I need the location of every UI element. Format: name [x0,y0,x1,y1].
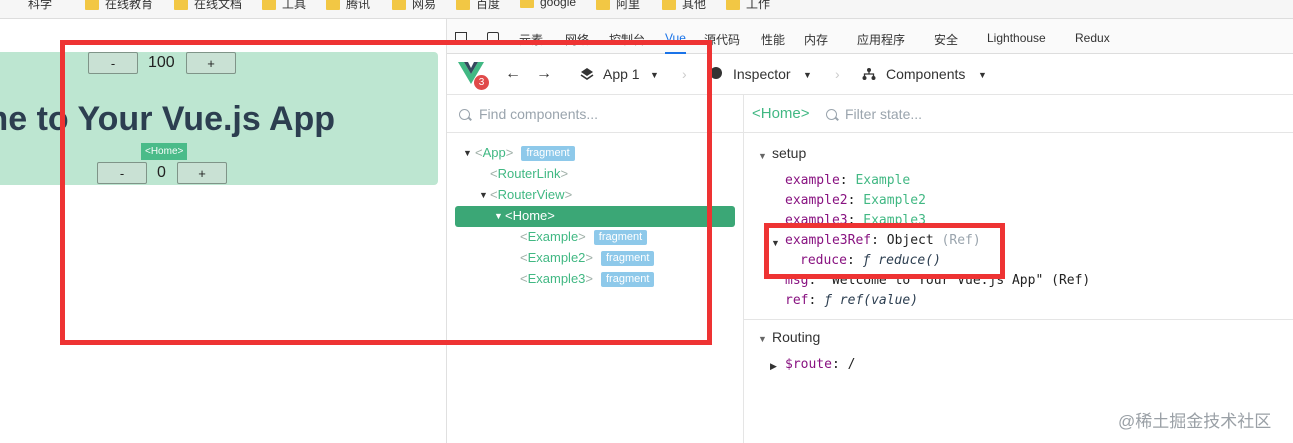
bookmark-label: 腾讯 [346,0,371,11]
tab-memory[interactable]: 内存 [804,31,828,48]
folder-icon [392,0,406,11]
bookmark-label: 在线文档 [194,0,243,11]
bookmark-folder[interactable]: google [520,0,576,9]
tab-performance[interactable]: 性能 [761,31,785,48]
bookmark-folder[interactable]: 在线文档 [174,0,242,12]
bookmark-label: 在线教育 [105,0,154,11]
annotation-box [764,223,1005,279]
folder-icon [326,0,340,11]
breadcrumb-separator-icon: › [835,66,840,82]
bookmark-folder[interactable]: 在线教育 [85,0,153,12]
folder-icon [456,0,470,11]
folder-icon [726,0,740,11]
section-divider [744,319,1293,320]
routing-section-title[interactable]: Routing [772,329,820,345]
folder-icon [520,0,534,9]
bookmark-folder[interactable]: 阿里 [596,0,640,12]
chevron-down-icon: ▼ [803,70,812,80]
selected-component-name: <Home> [752,105,810,122]
component-tree-icon [862,67,876,86]
folder-icon [662,0,676,11]
folder-icon [596,0,610,11]
view-selector[interactable]: Components [886,66,965,82]
search-icon [826,109,837,120]
bookmark-folder[interactable]: 科学 [0,0,52,12]
inspector-selector[interactable]: Inspector [733,66,791,82]
bookmark-folder[interactable]: 工作 [726,0,770,12]
folder-icon [262,0,276,11]
tab-security[interactable]: 安全 [934,31,958,48]
state-header: <Home> Filter state... [744,95,1293,133]
tab-lighthouse[interactable]: Lighthouse [987,31,1046,45]
bookmark-label: google [540,0,577,9]
bookmark-folder[interactable]: 其他 [662,0,706,12]
collapse-arrow-icon[interactable]: ▼ [758,334,767,344]
bookmark-folder[interactable]: 百度 [456,0,500,12]
tab-redux[interactable]: Redux [1075,31,1110,45]
folder-icon [85,0,99,11]
bookmark-folder[interactable]: 腾讯 [326,0,370,12]
bookmark-label: 科学 [28,0,53,11]
bookmark-label: 工具 [282,0,307,11]
collapse-arrow-icon[interactable]: ▼ [758,151,767,161]
annotation-box [60,40,712,345]
setup-section-title[interactable]: setup [772,145,806,161]
state-prop: example2: Example2 [785,193,926,208]
bookmark-label: 网易 [412,0,437,11]
state-prop: example: Example [785,173,911,188]
state-prop: ref: ƒ ref(value) [785,293,919,308]
watermark: @稀土掘金技术社区 [1118,412,1272,431]
bookmark-folder[interactable]: 网易 [392,0,436,12]
bookmark-folder[interactable]: 工具 [262,0,306,12]
chevron-down-icon: ▼ [978,70,987,80]
folder-icon [174,0,188,11]
state-filter-input[interactable]: Filter state... [845,106,922,122]
bookmark-label: 百度 [476,0,501,11]
state-prop-expandable[interactable]: $route: / [785,357,855,372]
bookmark-label: 工作 [746,0,771,11]
bookmark-label: 阿里 [616,0,641,11]
bookmark-label: 其他 [682,0,707,11]
bookmarks-bar: 科学 在线教育 在线文档 工具 腾讯 网易 百度 google 阿里 其他 工作 [0,0,1293,19]
expand-arrow-icon[interactable]: ▶ [770,361,777,372]
tab-application[interactable]: 应用程序 [857,31,905,48]
